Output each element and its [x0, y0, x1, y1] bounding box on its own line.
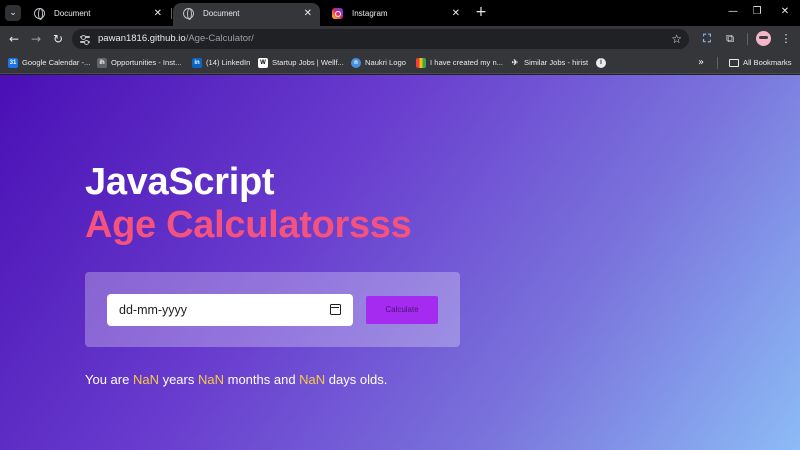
bookmark-hirist[interactable]: ✈ Similar Jobs - hirist: [510, 52, 589, 73]
new-tab-button[interactable]: +: [473, 4, 489, 20]
bookmark-label: (14) LinkedIn: [206, 58, 251, 67]
more-bookmarks-icon[interactable]: »: [698, 52, 704, 73]
linkedin-icon: in: [192, 58, 202, 68]
bookmark-created[interactable]: I have created my n...: [416, 52, 503, 73]
tab-title: Instagram: [352, 9, 388, 18]
bookmark-label: Startup Jobs | Wellf...: [272, 58, 344, 67]
result-text: You are NaN years NaN months and NaN day…: [85, 372, 387, 387]
bookmark-label: Naukri Logo: [365, 58, 406, 67]
bookmarks-bar: 31 Google Calendar -... ih Opportunities…: [0, 52, 800, 74]
restore-icon[interactable]: ❐: [747, 4, 767, 20]
tab-separator: [171, 8, 172, 19]
tab-document-2[interactable]: Document ✕: [173, 3, 320, 26]
date-placeholder: dd-mm-yyyy: [119, 303, 188, 317]
extensions-icon[interactable]: ⧉: [722, 31, 738, 47]
bookmark-star-icon[interactable]: ☆: [671, 29, 682, 49]
folder-icon: [729, 59, 739, 67]
wellfound-icon: W: [258, 58, 268, 68]
forward-arrow-icon[interactable]: →: [27, 30, 45, 48]
page-title-line1: JavaScript: [85, 161, 275, 203]
reload-icon[interactable]: ↻: [49, 30, 67, 48]
tab-title: Document: [203, 9, 240, 18]
bookmarks-separator: [717, 57, 718, 69]
tab-title: Document: [54, 9, 91, 18]
close-icon[interactable]: ✕: [304, 3, 312, 24]
bookmark-google-calendar[interactable]: 31 Google Calendar -...: [8, 52, 90, 73]
toolbar-separator: [747, 33, 748, 45]
google-lens-icon[interactable]: ⛶: [699, 31, 715, 47]
page-title-line2: Age Calculatorsss: [85, 204, 412, 246]
bookmark-naukri[interactable]: n Naukri Logo: [351, 52, 406, 73]
naukri-icon: n: [351, 58, 361, 68]
browser-toolbar: ← → ↻ pawan1816.github.io/Age-Calculator…: [0, 26, 800, 52]
result-prefix: You are: [85, 372, 133, 387]
back-arrow-icon[interactable]: ←: [5, 30, 23, 48]
page-content: JavaScript Age Calculatorsss dd-mm-yyyy …: [0, 75, 800, 450]
input-card: dd-mm-yyyy Calculate: [85, 272, 460, 347]
result-years: NaN: [132, 372, 159, 387]
bookmark-label: I have created my n...: [430, 58, 504, 67]
result-days-label: days olds.: [325, 372, 388, 387]
runner-icon: ✈: [511, 58, 519, 67]
site-info-icon[interactable]: [80, 34, 90, 45]
tab-document-1[interactable]: Document ✕: [24, 3, 170, 26]
result-months-label: months and: [224, 372, 300, 387]
bars-icon: [416, 58, 426, 68]
close-icon[interactable]: ✕: [154, 3, 162, 24]
url-text[interactable]: pawan1816.github.io/Age-Calculator/: [98, 29, 254, 49]
window-close-icon[interactable]: ✕: [775, 4, 795, 20]
all-bookmarks-button[interactable]: All Bookmarks: [729, 52, 792, 73]
result-years-label: years: [158, 372, 198, 387]
globe-icon: [34, 8, 45, 20]
tab-strip: ⌄ Document ✕ Document ✕ Instagram ✕ + — …: [0, 0, 800, 26]
date-input[interactable]: dd-mm-yyyy: [107, 294, 353, 326]
bookmark-info[interactable]: i: [596, 52, 606, 73]
menu-dots-icon[interactable]: ⋮: [778, 31, 794, 47]
ih-icon: ih: [97, 58, 107, 68]
bookmark-opportunities[interactable]: ih Opportunities - Inst...: [97, 52, 181, 73]
all-bookmarks-label: All Bookmarks: [743, 58, 792, 67]
bookmark-linkedin[interactable]: in (14) LinkedIn: [192, 52, 250, 73]
avatar[interactable]: [756, 31, 771, 46]
instagram-icon: [332, 8, 343, 19]
bookmark-startup-jobs[interactable]: W Startup Jobs | Wellf...: [258, 52, 344, 73]
tab-search-button[interactable]: ⌄: [5, 5, 21, 21]
globe-icon: [183, 8, 194, 20]
calendar-icon[interactable]: [330, 304, 341, 315]
result-days: NaN: [299, 372, 326, 387]
minimize-icon[interactable]: —: [723, 4, 743, 20]
result-months: NaN: [197, 372, 224, 387]
close-icon[interactable]: ✕: [452, 3, 460, 24]
bookmark-label: Similar Jobs - hirist: [524, 58, 589, 67]
bookmark-label: Google Calendar -...: [22, 58, 91, 67]
tab-instagram[interactable]: Instagram ✕: [322, 3, 468, 26]
address-bar[interactable]: pawan1816.github.io/Age-Calculator/ ☆: [72, 29, 689, 49]
info-icon: i: [596, 58, 606, 68]
calculate-button[interactable]: Calculate: [366, 296, 438, 324]
url-host: pawan1816.github.io: [98, 33, 186, 44]
calendar-icon: 31: [8, 58, 18, 68]
url-path: /Age-Calculator/: [185, 33, 254, 44]
bookmark-label: Opportunities - Inst...: [111, 58, 182, 67]
